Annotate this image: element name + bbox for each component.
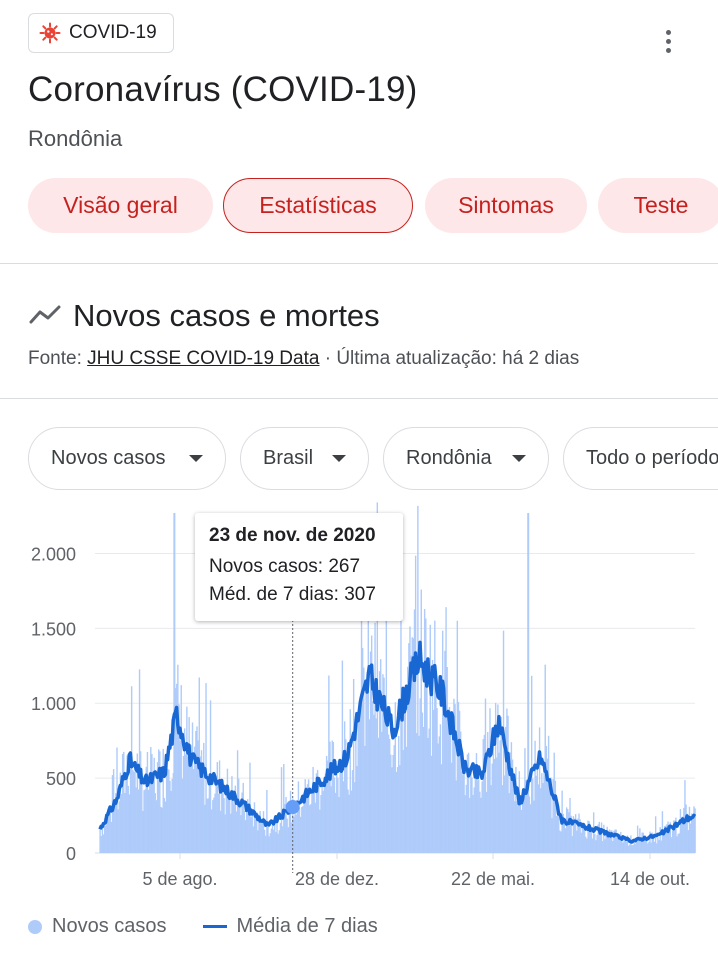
metric-dropdown[interactable]: Novos casos xyxy=(28,427,226,490)
y-tick-label: 500 xyxy=(46,769,76,789)
legend-cases-dot xyxy=(28,919,42,934)
source-link[interactable]: JHU CSSE COVID-19 Data xyxy=(87,348,319,369)
period-dropdown[interactable]: Todo o período xyxy=(563,427,718,490)
y-tick-label: 1.500 xyxy=(31,619,76,639)
hover-point xyxy=(285,800,300,815)
tab-sintomas[interactable]: Sintomas xyxy=(425,178,587,233)
divider xyxy=(0,398,718,399)
x-tick-label: 28 de dez. xyxy=(295,869,379,889)
virus-icon xyxy=(39,22,61,44)
tooltip-date: 23 de nov. de 2020 xyxy=(209,525,376,546)
legend-average-label: Média de 7 dias xyxy=(236,915,378,937)
y-tick-label: 0 xyxy=(66,844,76,864)
y-tick-label: 2.000 xyxy=(31,544,76,564)
case-bar-spike xyxy=(173,513,176,853)
section-title: Novos casos e mortes xyxy=(73,298,380,333)
location-subtitle: Rondônia xyxy=(28,126,123,151)
period-dropdown-label: Todo o período xyxy=(586,447,718,469)
dropdown-arrow-icon xyxy=(332,455,346,462)
chart-tooltip: 23 de nov. de 2020 Novos casos: 267 Méd.… xyxy=(195,513,403,621)
tab-teste[interactable]: Teste xyxy=(598,178,718,233)
x-tick-label: 22 de mai. xyxy=(451,869,535,889)
source-suffix: · Última atualização: há 2 dias xyxy=(319,348,580,369)
tooltip-average: Méd. de 7 dias: 307 xyxy=(209,584,376,605)
x-tick-label: 14 de out. xyxy=(610,869,690,889)
metric-dropdown-label: Novos casos xyxy=(51,447,166,469)
source-prefix: Fonte: xyxy=(28,348,88,369)
more-options-icon[interactable] xyxy=(656,30,680,60)
legend-average-line xyxy=(202,925,227,928)
dropdown-arrow-icon xyxy=(512,455,526,462)
tooltip-cases: Novos casos: 267 xyxy=(209,556,361,577)
region-dropdown[interactable]: Rondônia xyxy=(383,427,549,490)
region-dropdown-label: Rondônia xyxy=(406,447,492,469)
covid-chip[interactable]: COVID-19 xyxy=(28,13,174,53)
y-tick-label: 1.000 xyxy=(31,694,76,714)
dropdown-arrow-icon xyxy=(189,455,203,462)
divider xyxy=(0,263,718,264)
country-dropdown[interactable]: Brasil xyxy=(240,427,369,490)
filter-bar: Novos casos Brasil Rondônia Todo o perío… xyxy=(0,427,718,490)
chart-legend: Novos casos Média de 7 dias xyxy=(28,915,378,938)
x-tick-label: 5 de ago. xyxy=(142,869,217,889)
tab-estatisticas[interactable]: Estatísticas xyxy=(223,178,413,233)
tab-visao-geral[interactable]: Visão geral xyxy=(28,178,213,233)
country-dropdown-label: Brasil xyxy=(263,447,314,469)
source-line: Fonte: JHU CSSE COVID-19 Data · Última a… xyxy=(28,348,579,370)
trending-icon xyxy=(28,304,62,331)
legend-cases-label: Novos casos xyxy=(52,915,167,937)
case-bar-spike xyxy=(527,513,530,853)
page-title: Coronavírus (COVID-19) xyxy=(28,70,418,109)
chip-label: COVID-19 xyxy=(69,22,157,43)
